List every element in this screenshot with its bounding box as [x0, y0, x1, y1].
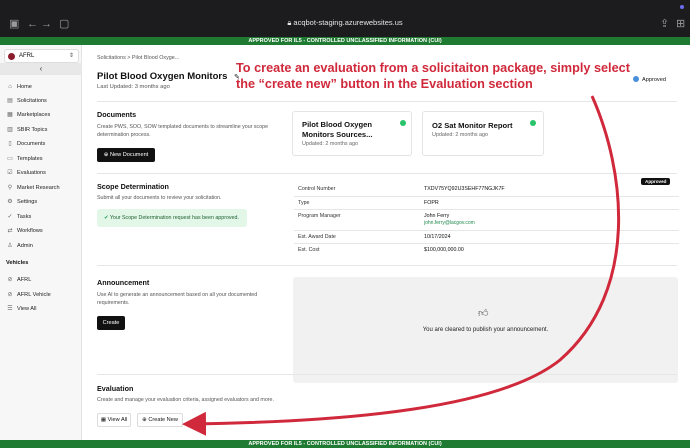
- tutorial-arrow: [182, 95, 621, 436]
- arrow-path: [182, 95, 621, 436]
